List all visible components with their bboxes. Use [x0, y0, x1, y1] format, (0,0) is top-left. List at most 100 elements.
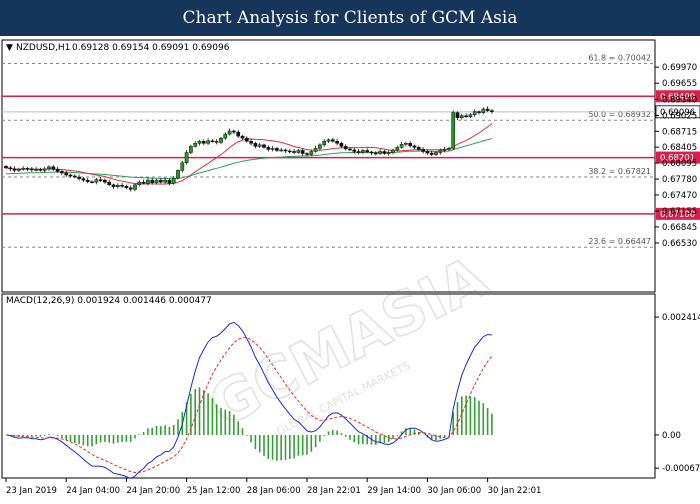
bear-candle: [369, 151, 374, 154]
price-tick-label: 0.69340: [662, 95, 697, 105]
bear-candle: [244, 137, 249, 142]
time-tick-label: 30 Jan 22:01: [488, 486, 542, 496]
price-tick-label: 0.66845: [662, 223, 697, 233]
bear-candle: [232, 130, 236, 133]
triangle-down-icon[interactable]: ▼: [6, 43, 13, 53]
bear-candle: [4, 166, 8, 169]
bull-candle: [399, 144, 404, 148]
bull-candle: [468, 114, 473, 117]
bull-candle: [146, 179, 150, 184]
time-tick-label: 29 Jan 14:00: [367, 486, 421, 496]
bear-candle: [416, 147, 421, 150]
price-tick-label: 0.68095: [662, 159, 697, 169]
bull-candle: [137, 181, 142, 185]
bear-candle: [339, 143, 344, 147]
bull-candle: [395, 147, 400, 151]
time-tick-label: 28 Jan 06:00: [247, 486, 301, 496]
bull-candle: [17, 169, 21, 171]
price-tick-label: 0.67780: [662, 175, 697, 185]
bull-candle: [404, 143, 408, 145]
bull-candle: [21, 168, 26, 170]
fib-level-label: 23.6 = 0.66447: [588, 237, 651, 246]
bull-candle: [296, 150, 301, 153]
bull-candle: [391, 149, 395, 153]
bear-candle: [128, 187, 133, 190]
bull-candle: [386, 152, 391, 154]
bull-candle: [459, 115, 464, 118]
chart-area[interactable]: GCMASIA GLOBAL CAPITAL MARKETS 61.8 = 0.…: [0, 36, 700, 500]
bull-candle: [189, 146, 193, 153]
time-tick-label: 30 Jan 06:00: [427, 486, 481, 496]
bear-candle: [253, 143, 258, 147]
macd-tick-label: 0.00: [662, 431, 681, 441]
bear-candle: [365, 150, 370, 153]
bull-candle: [447, 148, 451, 150]
bull-candle: [180, 162, 185, 171]
bull-candle: [219, 137, 223, 143]
bear-candle: [120, 184, 124, 187]
bear-candle: [55, 169, 60, 172]
bear-candle: [51, 166, 56, 170]
bear-candle: [12, 168, 17, 171]
bull-candle: [318, 144, 322, 149]
time-tick-label: 24 Jan 20:00: [126, 486, 180, 496]
symbol-label: NZDUSD,H1: [16, 43, 70, 53]
bear-candle: [464, 115, 468, 117]
candles: [4, 106, 494, 192]
ohlc-readout: 0.69128 0.69154 0.69091 0.69096: [72, 43, 230, 53]
bull-candle: [472, 111, 477, 115]
bear-candle: [85, 179, 90, 182]
bear-candle: [107, 181, 112, 185]
bull-candle: [42, 168, 47, 171]
bull-candle: [227, 130, 232, 135]
bull-candle: [171, 177, 176, 184]
bull-candle: [197, 141, 202, 144]
bear-candle: [300, 150, 305, 154]
bull-candle: [270, 148, 275, 150]
bear-candle: [275, 148, 279, 151]
bear-candle: [292, 151, 296, 153]
bull-candle: [94, 179, 99, 183]
bull-candle: [309, 151, 314, 155]
bear-candle: [64, 172, 69, 176]
bull-candle: [34, 169, 38, 171]
price-tick-label: 0.66530: [662, 239, 697, 249]
bear-candle: [343, 146, 348, 150]
bull-candle: [322, 141, 327, 146]
bear-candle: [429, 152, 434, 155]
price-tick-label: 0.67470: [662, 191, 697, 201]
bull-candle: [223, 133, 228, 139]
bear-candle: [249, 141, 253, 144]
bear-candle: [266, 147, 271, 150]
fib-level-label: 61.8 = 0.70042: [588, 53, 651, 62]
chart-banner-title: Chart Analysis for Clients of GCM Asia: [0, 0, 700, 36]
bear-candle: [262, 144, 266, 148]
bear-candle: [305, 153, 309, 155]
price-tick-label: 0.68405: [662, 143, 697, 153]
bear-candle: [38, 169, 43, 171]
bull-candle: [193, 143, 198, 147]
price-chart-svg[interactable]: GCMASIA GLOBAL CAPITAL MARKETS 61.8 = 0.…: [0, 36, 700, 500]
bear-candle: [90, 181, 94, 183]
time-tick-label: 28 Jan 22:01: [307, 486, 361, 496]
bull-candle: [176, 170, 180, 179]
bear-candle: [124, 186, 129, 189]
bear-candle: [111, 184, 116, 188]
bull-candle: [133, 184, 137, 190]
bear-candle: [421, 149, 425, 152]
time-tick-label: 24 Jan 04:00: [66, 486, 120, 496]
bear-candle: [240, 135, 245, 139]
bear-candle: [68, 174, 73, 177]
bull-candle: [257, 144, 262, 147]
bull-candle: [163, 179, 167, 183]
bull-candle: [184, 152, 189, 163]
bull-candle: [279, 149, 284, 152]
bear-candle: [348, 148, 352, 151]
price-tick-label: 0.69970: [662, 63, 697, 73]
bear-candle: [8, 167, 13, 170]
fib-level-label: 38.2 = 0.67821: [588, 167, 651, 176]
bull-candle: [154, 179, 159, 183]
fib-levels: 61.8 = 0.7004250.0 = 0.6893238.2 = 0.678…: [2, 53, 700, 248]
bear-candle: [352, 149, 357, 152]
bull-candle: [361, 150, 365, 153]
